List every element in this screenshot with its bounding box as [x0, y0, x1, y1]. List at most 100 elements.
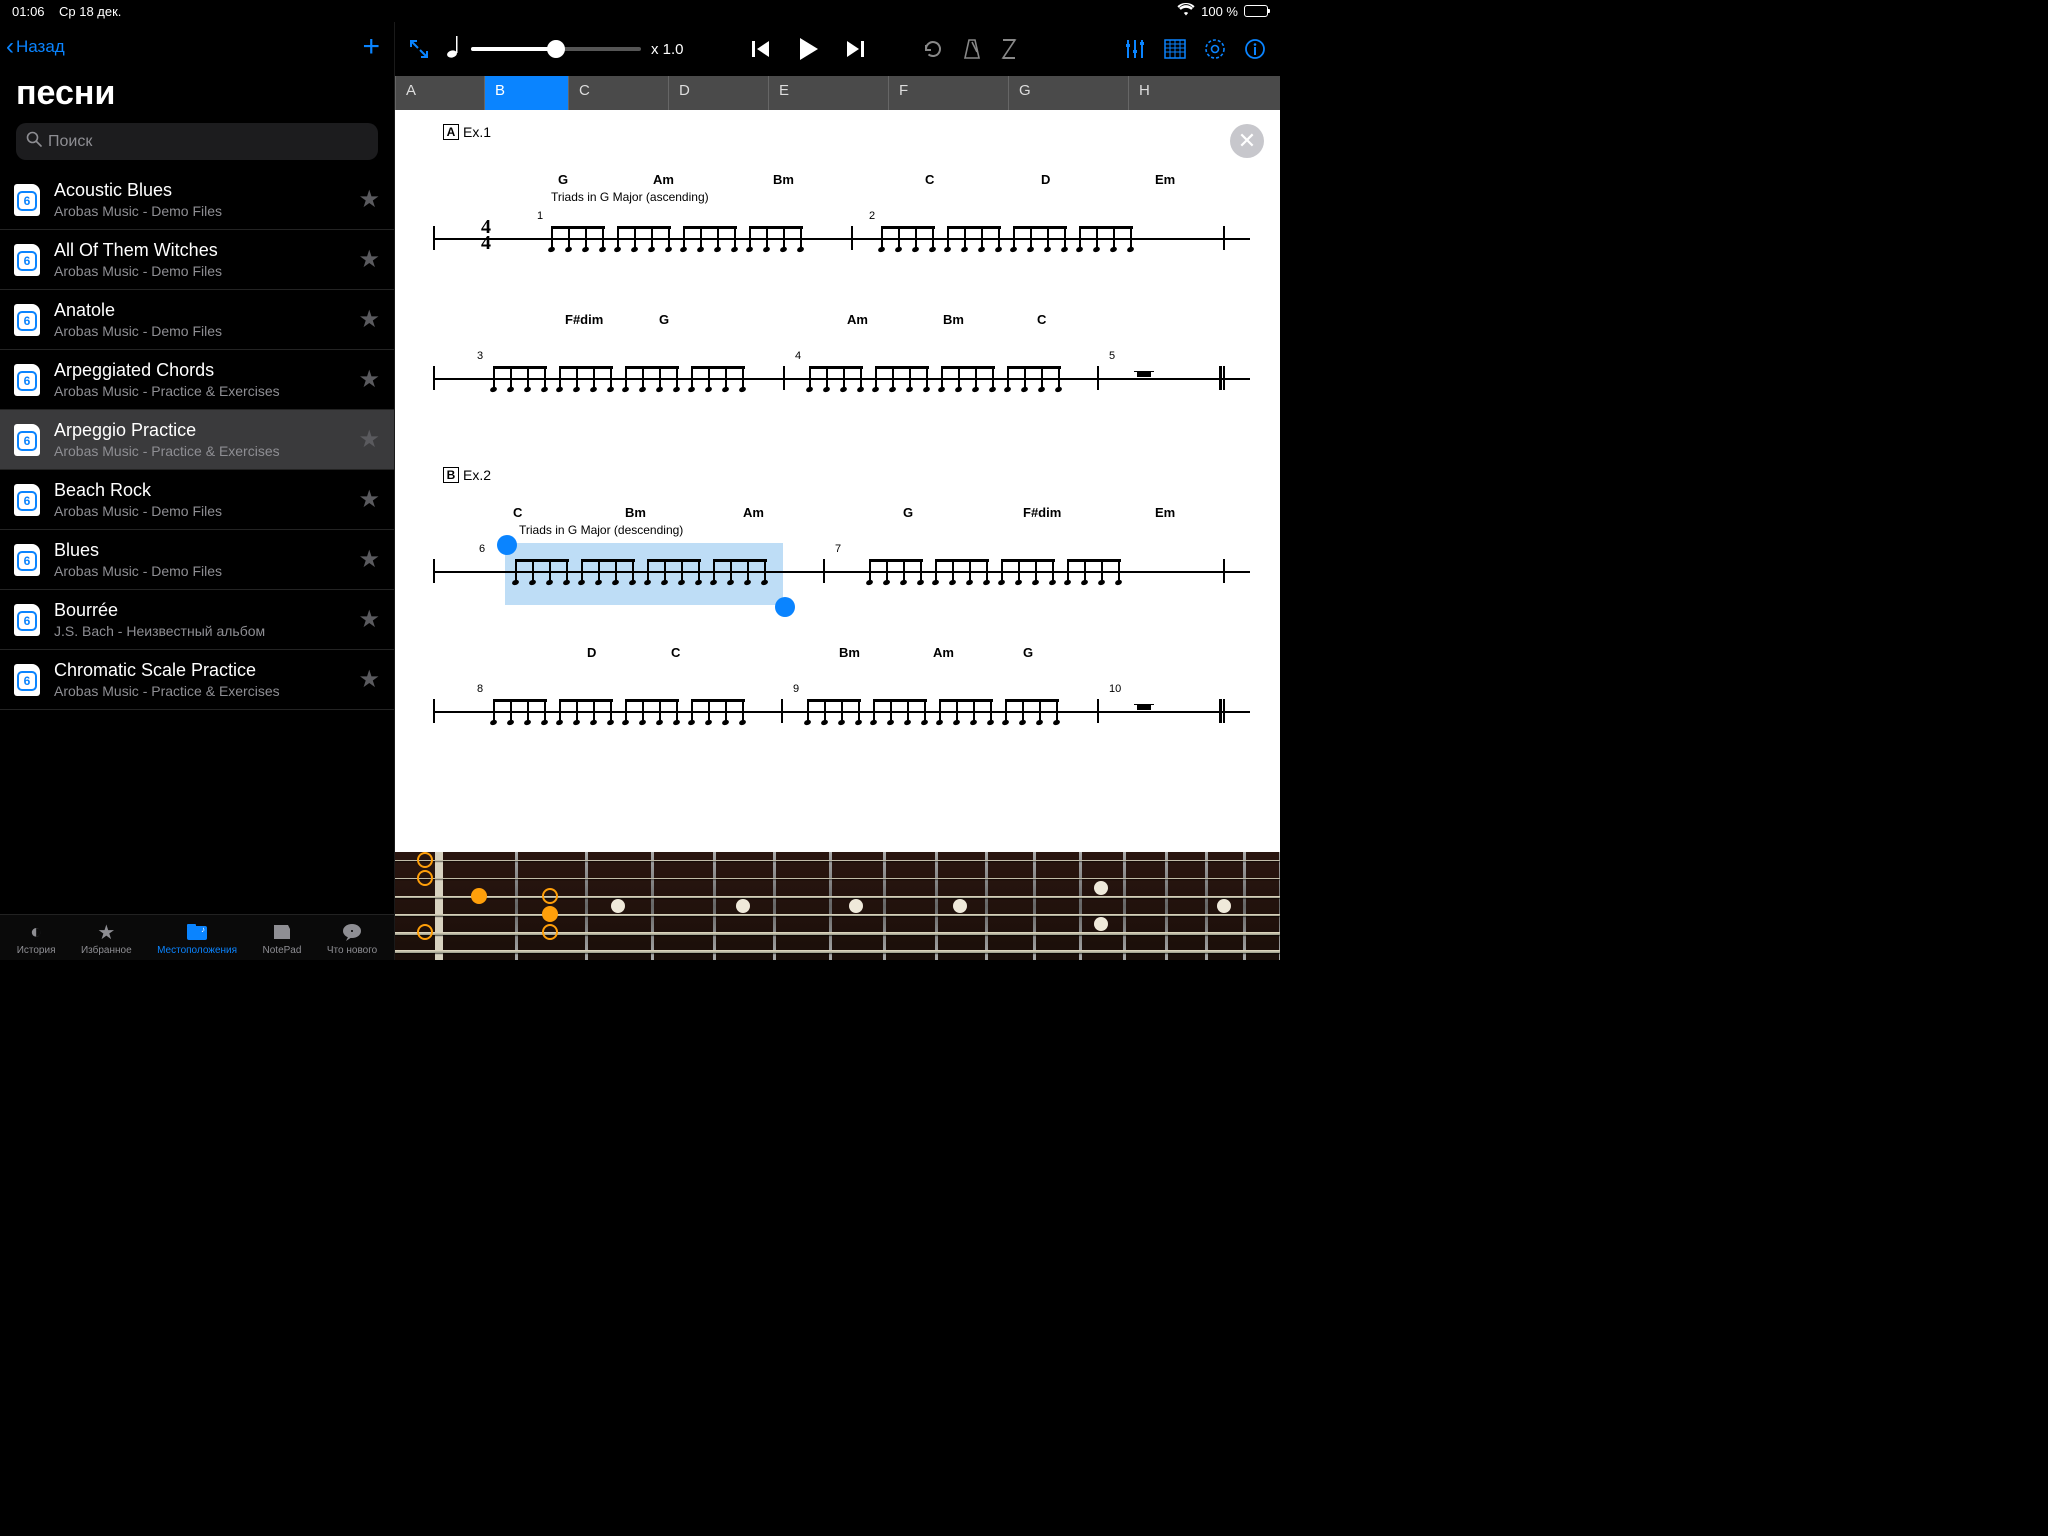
- caption-1: Triads in G Major (ascending): [551, 190, 709, 204]
- song-row[interactable]: Arpeggiated ChordsArobas Music - Practic…: [0, 350, 394, 410]
- chord-label: C: [513, 505, 522, 520]
- section-f[interactable]: F: [889, 76, 1009, 110]
- exercise-2-label: B Ex.2: [443, 467, 491, 483]
- section-e[interactable]: E: [769, 76, 889, 110]
- song-subtitle: Arobas Music - Demo Files: [54, 503, 358, 519]
- caption-2: Triads in G Major (descending): [519, 523, 683, 537]
- song-list[interactable]: Acoustic BluesArobas Music - Demo Files★…: [0, 170, 394, 914]
- favorite-star[interactable]: ★: [358, 365, 380, 394]
- section-a[interactable]: A: [395, 76, 485, 110]
- settings-button[interactable]: [1204, 38, 1226, 60]
- mixer-button[interactable]: [1124, 38, 1146, 60]
- chord-label: D: [587, 645, 596, 660]
- score-view[interactable]: ✕ A Ex.1 Triads in G Major (ascending) G…: [395, 110, 1280, 852]
- chord-label: Am: [847, 312, 868, 327]
- loop-end-handle[interactable]: [775, 597, 795, 617]
- loop-button[interactable]: [922, 38, 944, 60]
- status-bar: 01:06 Ср 18 дек. 100 %: [0, 0, 1280, 22]
- favorite-star[interactable]: ★: [358, 425, 380, 454]
- tab-label: История: [17, 945, 56, 956]
- song-row[interactable]: BourréeJ.S. Bach - Неизвестный альбом★: [0, 590, 394, 650]
- chord-label: Am: [743, 505, 764, 520]
- song-title: Beach Rock: [54, 480, 358, 501]
- back-button[interactable]: ‹ Назад: [6, 35, 65, 59]
- file-icon: [14, 244, 40, 276]
- status-time: 01:06: [12, 4, 45, 19]
- song-title: Chromatic Scale Practice: [54, 660, 358, 681]
- chord-label: C: [925, 172, 934, 187]
- favorite-star[interactable]: ★: [358, 605, 380, 634]
- tab-favorites[interactable]: ★ Избранное: [81, 921, 132, 956]
- notepad-icon: [272, 921, 292, 943]
- tab-whatsnew[interactable]: Что нового: [327, 921, 377, 956]
- add-button[interactable]: +: [362, 30, 380, 64]
- fret-marker: [417, 852, 433, 868]
- favorite-star[interactable]: ★: [358, 545, 380, 574]
- system-2: F#dimGAmBmC 3 4 5: [433, 326, 1250, 410]
- favorite-star[interactable]: ★: [358, 245, 380, 274]
- song-row[interactable]: Beach Rock Arobas Music - Demo Files★: [0, 470, 394, 530]
- page-title: песни: [0, 70, 394, 123]
- next-button[interactable]: [844, 38, 866, 60]
- speech-icon: [342, 921, 362, 943]
- chord-label: G: [1023, 645, 1033, 660]
- favorite-star[interactable]: ★: [358, 485, 380, 514]
- tab-notepad[interactable]: NotePad: [263, 921, 302, 956]
- song-row[interactable]: All Of Them WitchesArobas Music - Demo F…: [0, 230, 394, 290]
- section-d[interactable]: D: [669, 76, 769, 110]
- song-subtitle: Arobas Music - Demo Files: [54, 203, 358, 219]
- countdown-button[interactable]: [1000, 38, 1018, 60]
- file-icon: [14, 544, 40, 576]
- play-button[interactable]: [794, 35, 822, 63]
- slider-thumb[interactable]: [547, 40, 565, 58]
- favorite-star[interactable]: ★: [358, 665, 380, 694]
- favorite-star[interactable]: ★: [358, 305, 380, 334]
- search-input[interactable]: Поиск: [16, 123, 378, 160]
- section-c[interactable]: C: [569, 76, 669, 110]
- chord-label: D: [1041, 172, 1050, 187]
- fretboard-button[interactable]: [1164, 39, 1186, 59]
- chord-label: Bm: [773, 172, 794, 187]
- fret-marker: [542, 906, 558, 922]
- fullscreen-button[interactable]: [409, 39, 429, 59]
- wifi-icon: [1177, 3, 1195, 19]
- song-subtitle: Arobas Music - Practice & Exercises: [54, 443, 358, 459]
- fret-marker: [417, 924, 433, 940]
- song-row[interactable]: Chromatic Scale PracticeArobas Music - P…: [0, 650, 394, 710]
- song-row[interactable]: Arpeggio PracticeArobas Music - Practice…: [0, 410, 394, 470]
- svg-text:♪: ♪: [201, 925, 205, 934]
- metronome-button[interactable]: [962, 38, 982, 60]
- fret-marker: [471, 888, 487, 904]
- status-left: 01:06 Ср 18 дек.: [12, 4, 121, 19]
- section-b[interactable]: B: [485, 76, 569, 110]
- exercise-1-label: A Ex.1: [443, 124, 491, 140]
- info-button[interactable]: [1244, 38, 1266, 60]
- loop-start-handle[interactable]: [497, 535, 517, 555]
- section-g[interactable]: G: [1009, 76, 1129, 110]
- file-icon: [14, 604, 40, 636]
- tempo-control[interactable]: x 1.0: [447, 36, 684, 63]
- tab-label: Местоположения: [157, 945, 237, 956]
- fretboard[interactable]: [395, 852, 1280, 960]
- song-row[interactable]: Acoustic BluesArobas Music - Demo Files★: [0, 170, 394, 230]
- song-title: All Of Them Witches: [54, 240, 358, 261]
- close-button[interactable]: ✕: [1230, 124, 1264, 158]
- prev-button[interactable]: [750, 38, 772, 60]
- song-subtitle: J.S. Bach - Неизвестный альбом: [54, 623, 358, 639]
- tab-history[interactable]: ◐ История: [17, 921, 56, 956]
- battery-pct: 100 %: [1201, 4, 1238, 19]
- tab-label: Что нового: [327, 945, 377, 956]
- tempo-slider[interactable]: [471, 47, 641, 51]
- file-icon: [14, 304, 40, 336]
- fret-marker: [542, 924, 558, 940]
- song-row[interactable]: BluesArobas Music - Demo Files★: [0, 530, 394, 590]
- fret-marker: [417, 870, 433, 886]
- section-strip[interactable]: A B C D E F G H: [395, 76, 1280, 110]
- tab-locations[interactable]: ♪ Местоположения: [157, 921, 237, 956]
- section-h[interactable]: H: [1129, 76, 1249, 110]
- star-icon: ★: [97, 921, 115, 943]
- favorite-star[interactable]: ★: [358, 185, 380, 214]
- song-row[interactable]: AnatoleArobas Music - Demo Files★: [0, 290, 394, 350]
- chord-label: Bm: [625, 505, 646, 520]
- chevron-left-icon: ‹: [6, 35, 14, 59]
